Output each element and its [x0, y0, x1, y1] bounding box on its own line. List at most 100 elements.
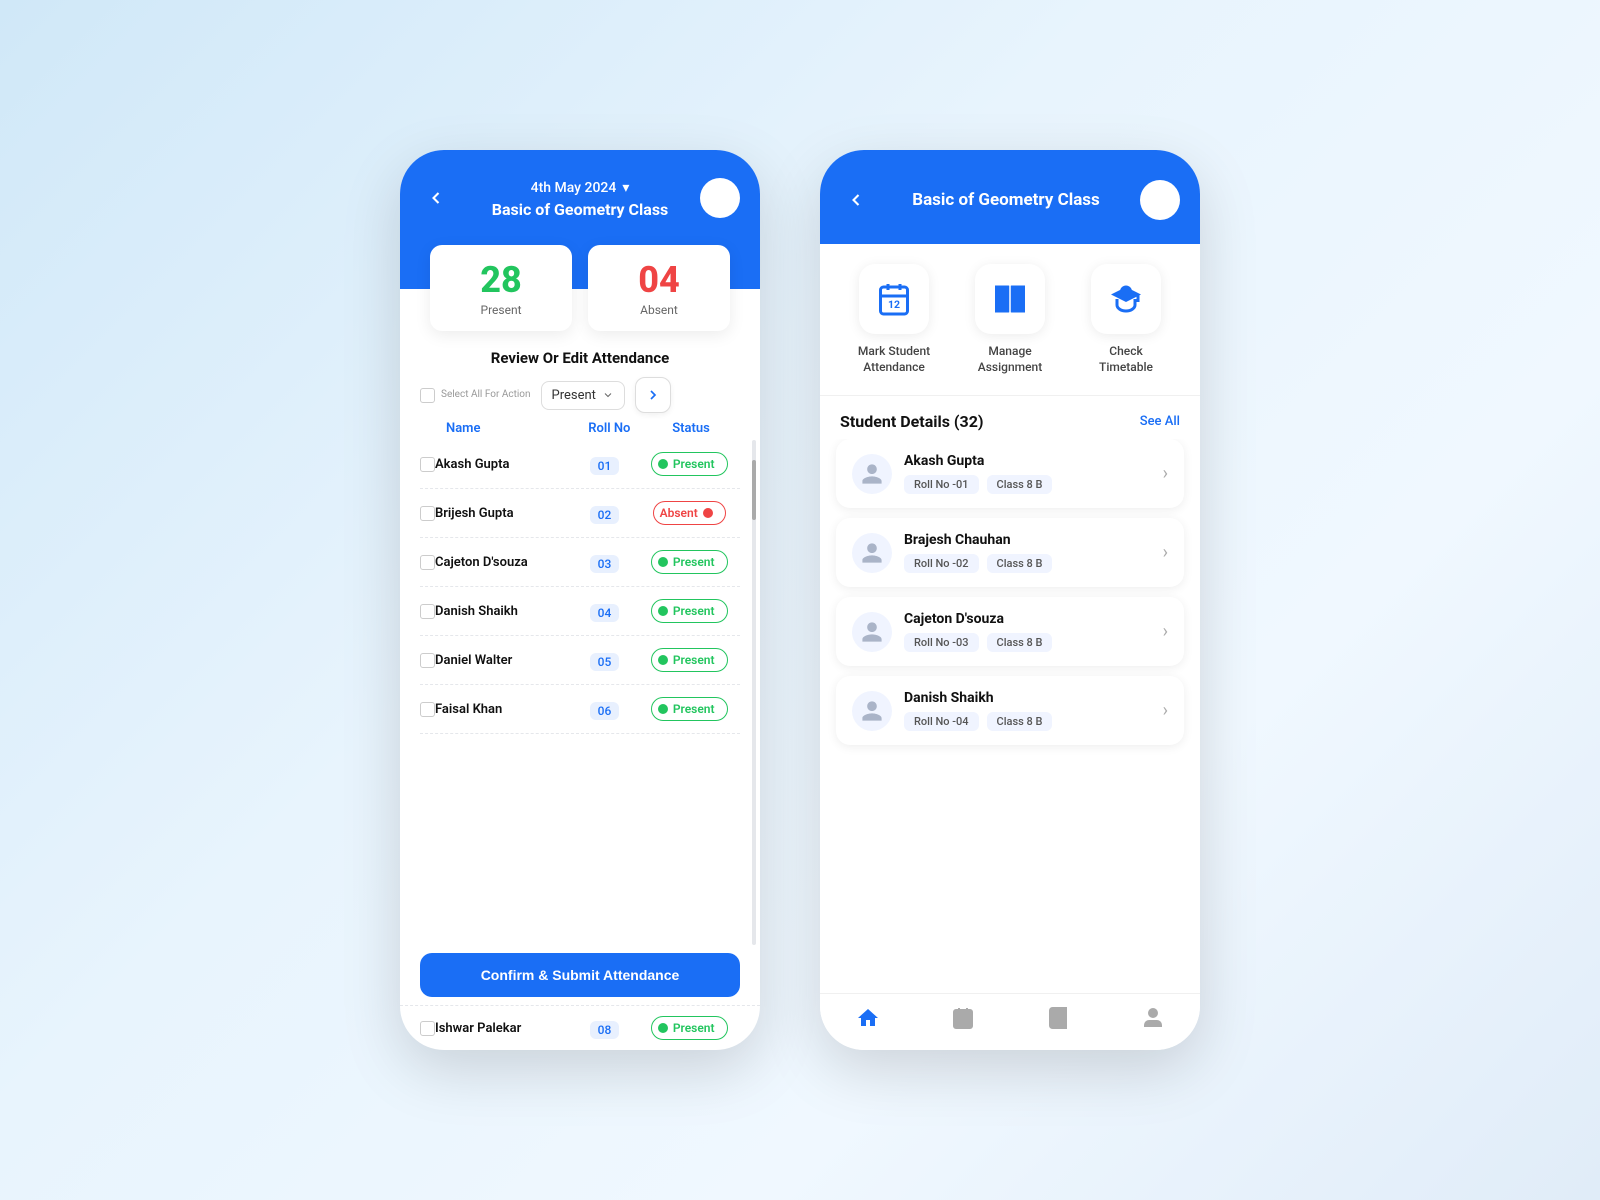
back-button-left[interactable]: [420, 182, 452, 214]
nav-book[interactable]: [1046, 1006, 1070, 1030]
student-cards: Akash Gupta Roll No -01 Class 8 B › Braj…: [820, 439, 1200, 993]
list-item[interactable]: Brajesh Chauhan Roll No -02 Class 8 B ›: [836, 518, 1184, 587]
row-checkbox[interactable]: [420, 506, 435, 521]
row-checkbox[interactable]: [420, 702, 435, 717]
back-button-right[interactable]: [840, 184, 872, 216]
row-checkbox[interactable]: [420, 555, 435, 570]
student-name: Danish Shaikh: [435, 604, 571, 619]
check-timetable-action[interactable]: CheckTimetable: [1081, 264, 1171, 375]
book-open-icon: [992, 281, 1028, 317]
submit-attendance-button[interactable]: Confirm & Submit Attendance: [420, 953, 740, 997]
student-card-tags: Roll No -04 Class 8 B: [904, 712, 1151, 731]
status-pill[interactable]: Present: [651, 697, 728, 721]
go-button[interactable]: [635, 377, 671, 413]
status-dot: [658, 606, 668, 616]
status-label: Present: [673, 1021, 715, 1035]
status-dot: [658, 704, 668, 714]
status-dot: [658, 557, 668, 567]
quick-actions: 12 Mark StudentAttendance ManageAssignme…: [820, 244, 1200, 396]
status-col: Present: [638, 1016, 740, 1040]
date-display: 4th May 2024 ▾: [420, 180, 740, 196]
status-col: Present: [638, 648, 740, 672]
status-dot: [658, 1023, 668, 1033]
chevron-right-icon: ›: [1163, 542, 1168, 563]
right-phone: Basic of Geometry Class 12 Mark StudentA…: [820, 150, 1200, 1050]
row-checkbox[interactable]: [420, 653, 435, 668]
chevron-right-icon: ›: [1163, 621, 1168, 642]
student-name: Faisal Khan: [435, 702, 571, 717]
student-avatar: [852, 533, 892, 573]
student-card-name: Danish Shaikh: [904, 690, 1151, 706]
row-checkbox[interactable]: [420, 1021, 435, 1036]
list-item[interactable]: Danish Shaikh Roll No -04 Class 8 B ›: [836, 676, 1184, 745]
table-row: Akash Gupta 01 Present: [420, 440, 740, 489]
status-dot: [658, 655, 668, 665]
student-avatar: [852, 612, 892, 652]
roll-badge: 03: [571, 553, 639, 572]
manage-assignment-action[interactable]: ManageAssignment: [965, 264, 1055, 375]
col-roll-header: Roll No: [577, 421, 642, 436]
list-item[interactable]: Cajeton D'souza Roll No -03 Class 8 B ›: [836, 597, 1184, 666]
student-card-tags: Roll No -03 Class 8 B: [904, 633, 1151, 652]
avatar-right: [1140, 180, 1180, 220]
student-card-info: Cajeton D'souza Roll No -03 Class 8 B: [904, 611, 1151, 652]
graduation-icon: [1108, 281, 1144, 317]
list-item[interactable]: Akash Gupta Roll No -01 Class 8 B ›: [836, 439, 1184, 508]
class-tag: Class 8 B: [987, 554, 1053, 573]
roll-tag: Roll No -01: [904, 475, 979, 494]
absent-count: 04: [618, 259, 700, 301]
row-checkbox[interactable]: [420, 457, 435, 472]
student-name: Brijesh Gupta: [435, 506, 571, 521]
student-details-title: Student Details (32): [840, 412, 983, 431]
see-all-button[interactable]: See All: [1140, 414, 1180, 429]
class-title-right: Basic of Geometry Class: [872, 190, 1140, 210]
profile-nav-icon: [1141, 1006, 1165, 1030]
student-name: Akash Gupta: [435, 457, 571, 472]
dropdown-icon[interactable]: ▾: [622, 180, 629, 196]
roll-badge: 01: [571, 455, 639, 474]
status-label: Present: [673, 457, 715, 471]
student-details-header: Student Details (32) See All: [820, 396, 1200, 439]
status-pill[interactable]: Present: [651, 1016, 728, 1040]
absent-stat: 04 Absent: [588, 245, 730, 331]
class-tag: Class 8 B: [987, 633, 1053, 652]
present-count: 28: [460, 259, 542, 301]
scrollbar[interactable]: [752, 440, 756, 945]
table-row: Ishwar Palekar 08 Present: [400, 1005, 760, 1050]
status-pill[interactable]: Present: [651, 648, 728, 672]
student-name: Ishwar Palekar: [435, 1021, 571, 1036]
nav-home[interactable]: [856, 1006, 880, 1030]
action-dropdown[interactable]: Present: [541, 381, 625, 410]
class-tag: Class 8 B: [987, 475, 1053, 494]
student-name: Cajeton D'souza: [435, 555, 571, 570]
calendar-nav-icon: [951, 1006, 975, 1030]
section-title: Review Or Edit Attendance: [400, 349, 760, 367]
roll-badge: 08: [571, 1019, 639, 1038]
present-stat: 28 Present: [430, 245, 572, 331]
col-name-header: Name: [420, 421, 577, 436]
student-card-info: Danish Shaikh Roll No -04 Class 8 B: [904, 690, 1151, 731]
student-card-info: Brajesh Chauhan Roll No -02 Class 8 B: [904, 532, 1151, 573]
roll-badge: 04: [571, 602, 639, 621]
status-pill[interactable]: Present: [651, 599, 728, 623]
roll-tag: Roll No -03: [904, 633, 979, 652]
status-pill[interactable]: Absent: [653, 501, 726, 525]
class-title-left: Basic of Geometry Class: [420, 200, 740, 219]
status-label: Present: [673, 555, 715, 569]
student-card-tags: Roll No -01 Class 8 B: [904, 475, 1151, 494]
table-row: Faisal Khan 06 Present: [420, 685, 740, 734]
roll-badge: 05: [571, 651, 639, 670]
table-header: Name Roll No Status: [400, 421, 760, 436]
roll-badge: 06: [571, 700, 639, 719]
student-card-name: Brajesh Chauhan: [904, 532, 1151, 548]
select-all-checkbox[interactable]: [420, 388, 435, 403]
nav-calendar[interactable]: [951, 1006, 975, 1030]
manage-assignment-label: ManageAssignment: [978, 344, 1042, 375]
status-pill[interactable]: Present: [651, 550, 728, 574]
nav-profile[interactable]: [1141, 1006, 1165, 1030]
person-icon: [860, 699, 884, 723]
mark-attendance-action[interactable]: 12 Mark StudentAttendance: [849, 264, 939, 375]
row-checkbox[interactable]: [420, 604, 435, 619]
status-pill[interactable]: Present: [651, 452, 728, 476]
status-label: Present: [673, 604, 715, 618]
